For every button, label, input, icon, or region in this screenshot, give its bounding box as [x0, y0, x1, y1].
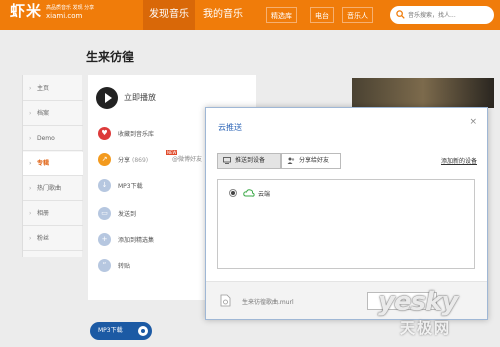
watermark-text-cn: 天极网 [400, 319, 452, 337]
repost-label: 转贴 [118, 263, 131, 270]
chevron-right-icon: › [29, 185, 32, 192]
page-title: 生来彷徨 [86, 50, 135, 64]
chevron-right-icon: › [29, 135, 32, 142]
side-nav-profile[interactable]: › 档案 [23, 102, 83, 126]
search-input[interactable] [408, 8, 490, 22]
top-header: 虾米 高品质音乐 发现 分享 xiami.com 发现音乐 我的音乐 精选库 电… [0, 0, 500, 30]
album-cover [352, 78, 494, 108]
chevron-right-icon: › [29, 110, 32, 117]
mp3-download-button[interactable]: MP3下载 [90, 322, 152, 340]
artist-side-nav: › 主页 › 档案 › Demo › 专辑 › 热门歌曲 › 相册 › 粉丝 [22, 75, 83, 257]
share-weibo-link[interactable]: @微博好友 [172, 154, 202, 163]
chevron-right-icon: › [29, 210, 32, 217]
quote-icon: “ [98, 259, 111, 272]
side-nav-albums[interactable]: › 专辑 [23, 152, 83, 176]
share-icon: ↗ [98, 153, 111, 166]
device-radio[interactable] [229, 189, 237, 197]
chevron-right-icon: › [29, 160, 32, 167]
nav-discover-music[interactable]: 发现音乐 [143, 0, 195, 30]
file-name: 生来彷徨歌曲.murl [242, 299, 294, 306]
watermark-text: yesky [378, 287, 458, 317]
monitor-icon [223, 157, 231, 164]
chevron-right-icon: › [29, 235, 32, 242]
share-label: 分享 (869) [118, 155, 148, 164]
nav-featured-library[interactable]: 精选库 [266, 7, 297, 23]
plus-icon: + [98, 233, 111, 246]
device-list: 云端 [217, 179, 475, 269]
nav-my-music[interactable]: 我的音乐 [203, 0, 243, 30]
add-device-link[interactable]: 添加新的设备 [441, 156, 477, 165]
mp3-download-label: MP3下载 [118, 183, 143, 190]
tab-label: 分享给好友 [299, 157, 330, 164]
download-icon: ↓ [98, 179, 111, 192]
search-box[interactable] [390, 6, 494, 24]
side-nav-label: 专辑 [37, 160, 50, 167]
heart-icon: ♥ [98, 127, 111, 140]
close-icon[interactable]: × [469, 117, 477, 127]
logo-slogan: 高品质音乐 发现 分享 [46, 5, 95, 11]
dialog-title: 云推送 [218, 123, 242, 132]
nav-radio[interactable]: 电台 [310, 7, 334, 23]
collect-label: 收藏到音乐库 [118, 131, 155, 138]
play-icon[interactable] [96, 87, 118, 109]
mp3-button-label: MP3下载 [98, 327, 123, 334]
download-circle-icon [138, 326, 148, 336]
yesky-watermark: yesky 天极网 [378, 287, 496, 343]
device-name: 云端 [258, 191, 271, 198]
file-icon [220, 294, 231, 307]
logo-name: 虾米 [10, 2, 43, 20]
send-to-label: 发送到 [118, 211, 137, 218]
side-nav-photos[interactable]: › 相册 [23, 202, 83, 226]
side-nav-hot-songs[interactable]: › 热门歌曲 [23, 177, 83, 201]
side-nav-fans[interactable]: › 粉丝 [23, 227, 83, 251]
side-nav-demo[interactable]: › Demo [23, 127, 83, 151]
side-nav-label: 相册 [37, 210, 50, 217]
logo-domain: xiami.com [46, 12, 83, 20]
side-nav-home[interactable]: › 主页 [23, 77, 83, 101]
cloud-icon [243, 189, 255, 197]
tab-label: 推送到设备 [235, 157, 266, 164]
share-count: (869) [132, 157, 149, 164]
friends-icon [287, 157, 295, 164]
xiami-logo[interactable]: 虾米 高品质音乐 发现 分享 xiami.com [10, 2, 94, 20]
share-text: 分享 [118, 157, 131, 164]
chevron-right-icon: › [29, 85, 32, 92]
side-nav-label: Demo [37, 135, 55, 142]
side-nav-label: 主页 [37, 85, 50, 92]
tab-push-to-device[interactable]: 推送到设备 [217, 153, 281, 169]
add-collection-label: 添加到精选集 [118, 237, 155, 244]
play-now-label[interactable]: 立即播放 [124, 92, 156, 103]
search-icon[interactable] [396, 10, 405, 19]
side-nav-label: 热门歌曲 [37, 185, 62, 192]
side-nav-label: 粉丝 [37, 235, 50, 242]
device-icon: ▭ [98, 207, 111, 220]
nav-musicians[interactable]: 音乐人 [342, 7, 373, 23]
tab-share-to-friend[interactable]: 分享给好友 [281, 153, 341, 169]
side-nav-label: 档案 [37, 110, 50, 117]
